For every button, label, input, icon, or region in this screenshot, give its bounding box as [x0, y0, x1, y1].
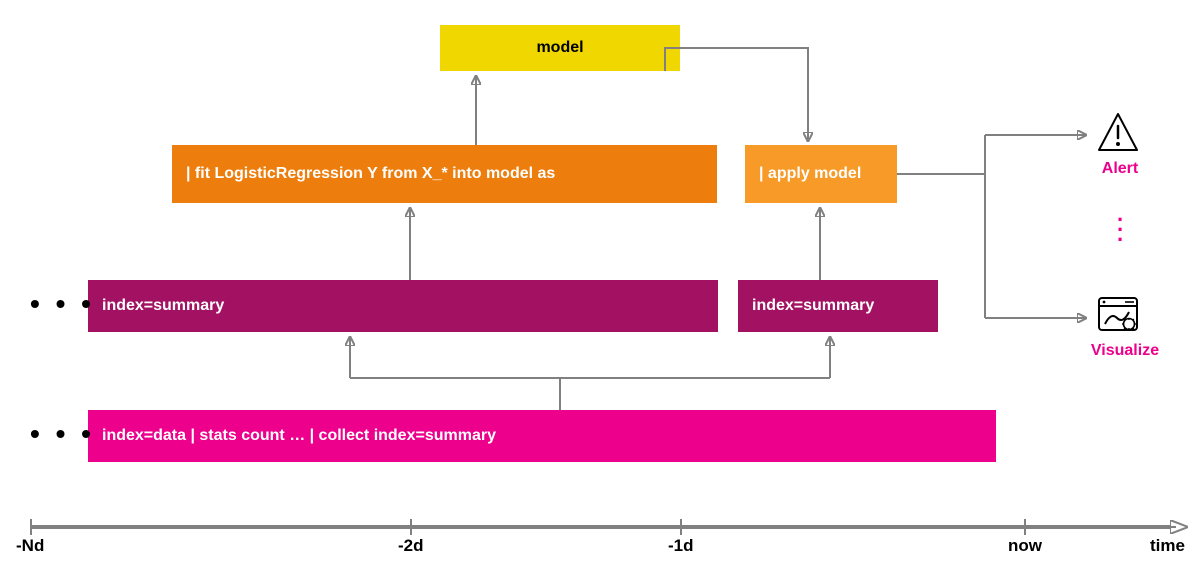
apply-box: | apply model — [745, 145, 897, 203]
tick-nd: -Nd — [16, 536, 44, 556]
fit-label: | fit LogisticRegression Y from X_* into… — [186, 165, 555, 183]
fit-box: | fit LogisticRegression Y from X_* into… — [172, 145, 717, 203]
axis-label: time — [1150, 536, 1185, 556]
time-axis — [30, 525, 1170, 529]
data-box: index=data | stats count … | collect ind… — [88, 410, 996, 462]
tick-2d: -2d — [398, 536, 424, 556]
model-label: model — [536, 39, 583, 57]
ellipsis-icon-summary: • • • — [30, 288, 95, 320]
ellipsis-icon-data: • • • — [30, 418, 95, 450]
summary-train-label: index=summary — [102, 297, 224, 315]
tick-now: now — [1008, 536, 1042, 556]
summary-train-box: index=summary — [88, 280, 718, 332]
alert-icon — [1095, 110, 1141, 156]
visualize-label: Visualize — [1085, 342, 1165, 360]
summary-apply-label: index=summary — [752, 297, 874, 315]
apply-label: | apply model — [759, 165, 861, 183]
visualize-icon — [1095, 292, 1141, 338]
data-label: index=data | stats count … | collect ind… — [102, 427, 496, 445]
vertical-ellipsis-icon: ··· — [1117, 215, 1124, 245]
model-box: model — [440, 25, 680, 71]
alert-label: Alert — [1095, 160, 1145, 178]
tick-1d: -1d — [668, 536, 694, 556]
summary-apply-box: index=summary — [738, 280, 938, 332]
